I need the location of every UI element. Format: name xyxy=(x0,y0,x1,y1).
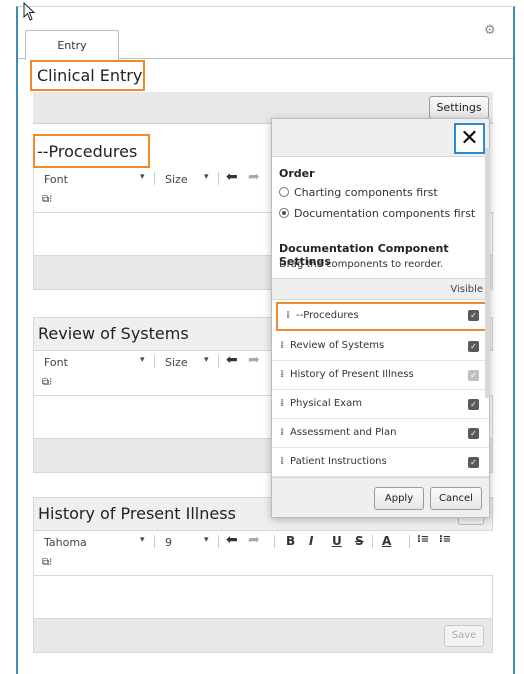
drag-handle-icon[interactable]: ⁞⁞ xyxy=(286,304,291,328)
drag-handle-icon[interactable]: ⁞⁞ xyxy=(280,448,285,476)
radio-selected-icon[interactable] xyxy=(279,208,289,218)
editor-toolbar: Tahoma ▾ 9 ▾ ⬅ ➦ B I U S A ⁝≡ ⁝≡ xyxy=(33,531,493,553)
settings-panel: ✕ Order Charting components first Docume… xyxy=(271,118,490,518)
radio-documentation-first[interactable]: Documentation components first xyxy=(279,206,475,222)
undo-icon[interactable]: ⬅ xyxy=(226,352,238,368)
undo-icon[interactable]: ⬅ xyxy=(226,532,238,548)
page-title: Clinical Entry xyxy=(30,60,145,91)
tab-bar: Entry xyxy=(18,30,513,60)
chevron-down-icon[interactable]: ▾ xyxy=(140,535,145,545)
divider xyxy=(154,355,155,368)
cancel-button[interactable]: Cancel xyxy=(430,487,482,510)
panel-header: ✕ xyxy=(272,119,489,157)
component-label: History of Present Illness xyxy=(290,369,414,380)
checkbox-checked-icon[interactable]: ✓ xyxy=(468,428,479,439)
component-label: Assessment and Plan xyxy=(290,427,397,438)
undo-icon[interactable]: ⬅ xyxy=(226,169,238,185)
section-history-of-present-illness: History of Present Illness Tahoma ▾ 9 ▾ … xyxy=(33,497,493,653)
divider xyxy=(372,535,373,548)
drag-handle-icon[interactable]: ⁞⁞ xyxy=(280,332,285,360)
italic-button[interactable]: I xyxy=(309,534,313,548)
divider xyxy=(218,355,219,368)
font-color-button[interactable]: A xyxy=(382,534,391,548)
redo-icon[interactable]: ➦ xyxy=(248,352,260,368)
strikethrough-button[interactable]: S xyxy=(355,534,364,548)
checkbox-checked-icon[interactable]: ✓ xyxy=(468,370,479,381)
numbered-list-button[interactable]: ⁝≡ xyxy=(417,534,429,545)
save-strip: Save xyxy=(33,619,493,653)
chevron-down-icon[interactable]: ▾ xyxy=(204,355,209,365)
chevron-down-icon[interactable]: ▾ xyxy=(204,172,209,182)
font-select[interactable]: Font xyxy=(44,173,68,186)
size-select[interactable]: 9 xyxy=(165,536,172,549)
apply-button[interactable]: Apply xyxy=(374,487,424,510)
radio-icon[interactable] xyxy=(279,187,289,197)
checkbox-checked-icon[interactable]: ✓ xyxy=(468,457,479,468)
component-label: Review of Systems xyxy=(290,340,385,351)
divider xyxy=(409,535,410,548)
component-row-physical-exam[interactable]: ⁞⁞ Physical Exam ✓ xyxy=(272,390,489,419)
settings-button[interactable]: Settings xyxy=(429,96,489,119)
checkbox-checked-icon[interactable]: ✓ xyxy=(468,341,479,352)
divider xyxy=(154,172,155,185)
radio-label: Documentation components first xyxy=(294,207,476,220)
save-button[interactable]: Save xyxy=(444,625,484,647)
order-title: Order xyxy=(279,167,315,180)
divider xyxy=(274,535,275,548)
bullet-list-button[interactable]: ⁝≡ xyxy=(439,534,451,545)
underline-button[interactable]: U xyxy=(332,534,342,548)
component-row-assessment[interactable]: ⁞⁞ Assessment and Plan ✓ xyxy=(272,419,489,448)
drag-handle-icon[interactable]: ⁞⁞ xyxy=(280,390,285,418)
drag-handle-icon[interactable]: ⁞⁞ xyxy=(280,361,285,389)
component-row-procedures[interactable]: ⁞⁞ --Procedures ✓ xyxy=(276,302,489,331)
divider xyxy=(218,535,219,548)
chevron-down-icon[interactable]: ▾ xyxy=(204,535,209,545)
tab-entry[interactable]: Entry xyxy=(25,30,119,60)
gear-icon[interactable]: ⚙ xyxy=(484,24,498,38)
arrow-cursor-icon xyxy=(23,2,36,21)
bold-button[interactable]: B xyxy=(286,534,295,548)
checkbox-checked-icon[interactable]: ✓ xyxy=(468,310,479,321)
panel-scrollbar[interactable] xyxy=(485,148,490,398)
component-label: Patient Instructions xyxy=(290,456,387,467)
size-select[interactable]: Size xyxy=(165,356,188,369)
radio-charting-first[interactable]: Charting components first xyxy=(279,185,438,201)
visible-column-header: Visible xyxy=(272,278,489,300)
text-editor[interactable] xyxy=(33,575,493,619)
component-row-review-of-systems[interactable]: ⁞⁞ Review of Systems ✓ xyxy=(272,332,489,361)
font-select[interactable]: Tahoma xyxy=(44,536,87,549)
component-row-patient-instructions[interactable]: ⁞⁞ Patient Instructions ✓ xyxy=(272,448,489,477)
insert-field-icon[interactable]: ⧉⁝ xyxy=(42,557,52,568)
chevron-down-icon[interactable]: ▾ xyxy=(140,355,145,365)
chevron-down-icon[interactable]: ▾ xyxy=(140,172,145,182)
component-label: --Procedures xyxy=(296,310,359,321)
panel-footer: Apply Cancel xyxy=(272,477,489,517)
section-title: --Procedures xyxy=(33,134,150,168)
size-select[interactable]: Size xyxy=(165,173,188,186)
checkbox-checked-icon[interactable]: ✓ xyxy=(468,399,479,410)
insert-field-icon[interactable]: ⧉⁝ xyxy=(42,377,52,388)
redo-icon[interactable]: ➦ xyxy=(248,532,260,548)
insert-row: ⧉⁝ xyxy=(33,553,493,575)
divider xyxy=(218,172,219,185)
divider xyxy=(154,535,155,548)
insert-field-icon[interactable]: ⧉⁝ xyxy=(42,194,52,205)
drag-handle-icon[interactable]: ⁞⁞ xyxy=(280,419,285,447)
components-subtitle: Drag the components to reorder. xyxy=(279,259,444,270)
redo-icon[interactable]: ➦ xyxy=(248,169,260,185)
component-label: Physical Exam xyxy=(290,398,362,409)
close-icon[interactable]: ✕ xyxy=(454,123,485,154)
component-row-history[interactable]: ⁞⁞ History of Present Illness ✓ xyxy=(272,361,489,390)
radio-label: Charting components first xyxy=(294,186,438,199)
font-select[interactable]: Font xyxy=(44,356,68,369)
